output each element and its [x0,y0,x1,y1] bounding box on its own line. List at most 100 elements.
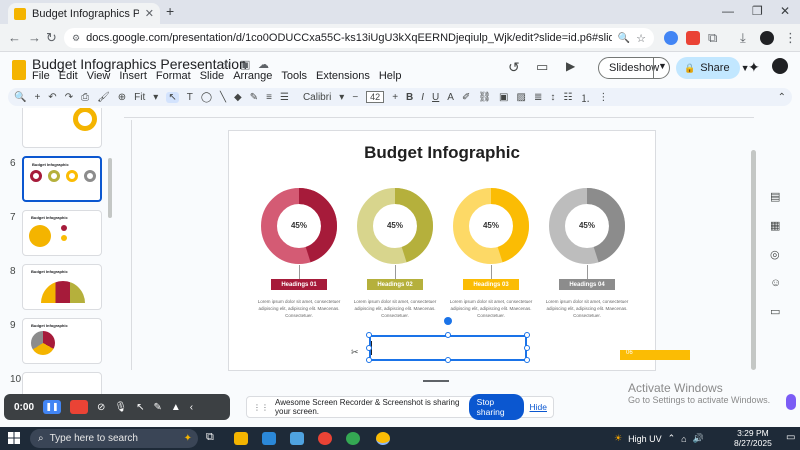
comments-icon[interactable]: ▭ [536,59,548,75]
menu-help[interactable]: Help [379,70,402,82]
extension-icon[interactable] [664,31,678,45]
account-avatar[interactable] [772,58,788,74]
numbered-list-icon[interactable]: ⒈ [580,90,590,105]
restore-icon[interactable]: ❐ [752,4,763,18]
resize-handle-ml[interactable] [366,345,372,351]
font-dropdown-icon[interactable]: ▾ [339,92,344,103]
task-view-icon[interactable]: ⧉ [206,431,214,444]
new-slide-icon[interactable]: + [34,92,40,103]
floating-assistant-icon[interactable] [786,394,796,410]
profile-avatar[interactable] [760,31,774,45]
text-color-icon[interactable]: A [447,92,454,103]
slide-thumbnail-5[interactable] [22,108,102,148]
notification-icon[interactable]: ▭ [786,432,795,443]
meet-camera-icon[interactable]: ▶ [566,59,575,73]
line-icon[interactable]: ╲ [220,92,226,103]
chrome-active-icon[interactable] [376,432,390,445]
zoom-icon[interactable]: ⊕ [118,92,126,103]
link-icon[interactable]: ⛓ [478,92,491,103]
version-history-icon[interactable]: ↺ [508,59,520,76]
reload-icon[interactable]: ↻ [46,30,57,46]
contacts-icon[interactable]: ☺ [770,277,790,289]
gemini-icon[interactable]: ✦ [748,59,760,76]
slide-thumbnail-10[interactable] [22,372,102,394]
url-text[interactable]: docs.google.com/presentation/d/1co0ODUCC… [86,32,612,44]
site-info-icon[interactable]: ⚙ [72,33,80,44]
tray-overflow-icon[interactable]: ⌃ [668,433,676,444]
taskbar-search[interactable]: ⌕ Type here to search ✦ [30,429,198,448]
resize-handle-bc[interactable] [445,357,451,363]
omnibox[interactable]: ⚙ docs.google.com/presentation/d/1co0ODU… [64,28,654,48]
fill-color-icon[interactable]: ◆ [234,92,242,103]
menu-slide[interactable]: Slide [200,70,224,82]
zoom-icon[interactable]: 🔍 [618,33,630,44]
pointer-icon[interactable]: ↖ [136,402,144,413]
menu-format[interactable]: Format [156,70,191,82]
files-icon[interactable]: ▭ [770,305,790,318]
drag-handle-icon[interactable]: ⋮⋮ [253,403,269,412]
slideshow-button[interactable]: Slideshow ▼ [598,57,670,79]
back-icon[interactable]: ← [8,30,21,45]
notes-app-icon[interactable] [290,432,304,445]
pause-icon[interactable]: ❚❚ [43,400,62,414]
stop-sharing-button[interactable]: Stop sharing [468,394,524,420]
decrease-font-icon[interactable]: − [352,92,358,103]
bold-icon[interactable]: B [406,92,413,103]
paint-format-icon[interactable]: 🖌 [97,92,110,103]
calendar-icon[interactable]: ▤ [770,190,790,203]
weather-text[interactable]: High UV [628,434,662,444]
body-text-3[interactable]: Lorem ipsum dolor sit amet, consectetuer… [449,298,533,319]
keep-icon[interactable]: ▦ [770,219,790,232]
tasks-icon[interactable]: ◎ [770,248,790,261]
slideshow-dropdown-icon[interactable]: ▼ [658,61,667,71]
rotate-handle[interactable] [444,317,452,325]
underline-icon[interactable]: U [432,92,439,103]
resize-handle-tr[interactable] [524,332,530,338]
network-icon[interactable]: ⌂ [681,434,686,444]
text-box-icon[interactable]: T [187,92,193,103]
new-tab-icon[interactable]: + [166,3,174,19]
file-explorer-icon[interactable] [234,432,248,445]
slide-thumbnail-7[interactable]: Budget Infographic [22,210,102,256]
resize-handle-tl[interactable] [366,332,372,338]
pen-icon[interactable]: ✎ [154,402,162,413]
close-tab-icon[interactable]: ✕ [145,7,154,20]
body-text-4[interactable]: Lorem ipsum dolor sit amet, consectetuer… [545,298,629,319]
bookmark-star-icon[interactable]: ☆ [636,32,646,45]
redo-icon[interactable]: ↷ [65,92,73,103]
menu-edit[interactable]: Edit [59,70,78,82]
resize-handle-tc[interactable] [445,332,451,338]
camera-off-icon[interactable]: ⊘ [97,402,105,413]
font-size-field[interactable]: 42 [366,91,385,103]
volume-icon[interactable]: 🔊 [693,433,704,444]
undo-icon[interactable]: ↶ [48,92,56,103]
search-menus-icon[interactable]: 🔍 [14,92,26,103]
shape-icon[interactable]: ◯ [201,92,212,103]
speaker-notes-handle[interactable] [423,380,449,382]
menu-insert[interactable]: Insert [119,70,147,82]
line-spacing-icon[interactable]: ↕ [550,92,555,103]
menu-file[interactable]: File [32,70,50,82]
slides-logo-icon[interactable] [12,60,26,80]
recorder-extension-icon[interactable] [686,31,700,45]
body-text-2[interactable]: Lorem ipsum dolor sit amet, consectetuer… [353,298,437,319]
heading-badge-4[interactable]: Headings 04 [559,279,615,290]
resize-handle-br[interactable] [524,357,530,363]
menu-extensions[interactable]: Extensions [316,70,370,82]
menu-tools[interactable]: Tools [281,70,307,82]
highlight-icon[interactable]: ✐ [462,92,470,103]
close-window-icon[interactable]: ✕ [780,4,790,18]
download-icon[interactable]: ⤓ [740,30,746,46]
windows-start-icon[interactable] [8,432,20,444]
comment-icon[interactable]: ▣ [499,92,508,103]
print-icon[interactable]: ⎙ [81,92,89,103]
resize-handle-mr[interactable] [524,345,530,351]
hide-link[interactable]: Hide [530,402,547,412]
image-icon[interactable]: ▨ [517,92,526,103]
forward-icon[interactable]: → [28,30,41,45]
offslide-strip[interactable]: 06 [620,350,690,360]
browser-menu-icon[interactable]: ⋮ [784,30,797,46]
highlighter-icon[interactable]: ▲ [171,402,181,413]
extensions-puzzle-icon[interactable]: ⧉ [708,30,717,46]
font-select[interactable]: Calibri [303,92,331,103]
